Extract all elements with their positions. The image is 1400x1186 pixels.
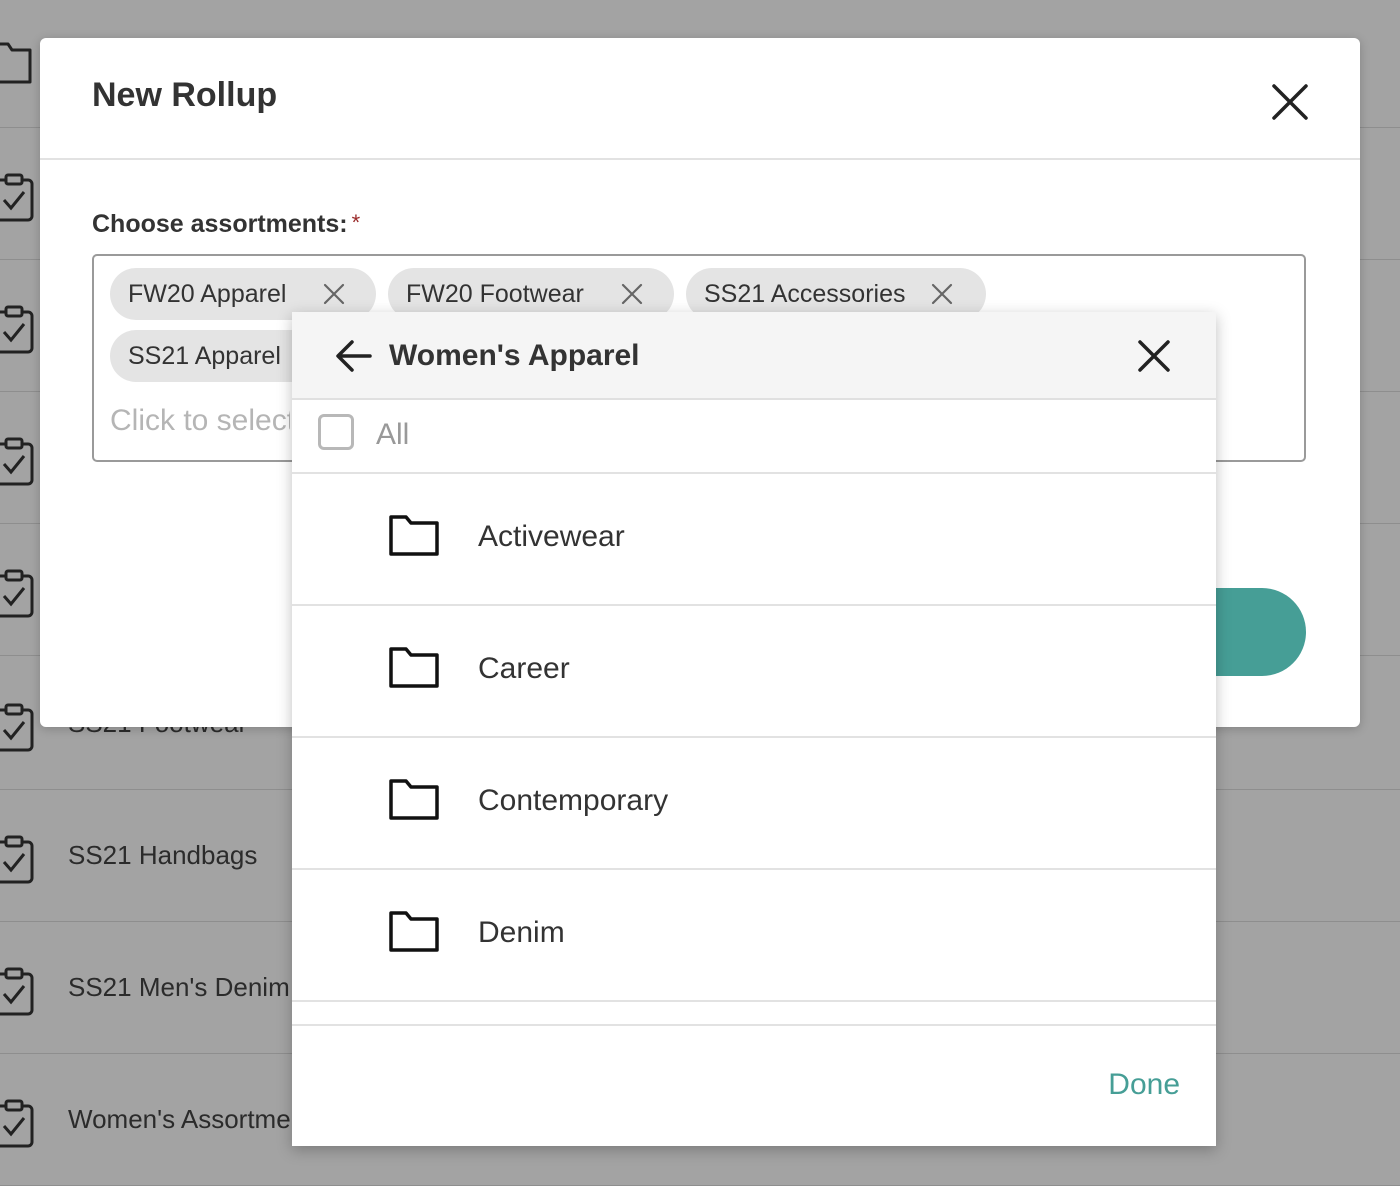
close-icon[interactable] xyxy=(1270,82,1310,122)
select-placeholder[interactable]: Click to select xyxy=(110,404,290,438)
clipboard-check-icon xyxy=(0,569,34,618)
folder-item-contemporary[interactable]: Contemporary xyxy=(292,738,1216,870)
list-item-label: SS21 Men's Denim xyxy=(68,972,290,1002)
required-mark: * xyxy=(351,210,361,235)
list-item-label: SS21 Handbags xyxy=(68,840,258,870)
popover-arrow xyxy=(1214,404,1238,448)
chip-label: SS21 Accessories xyxy=(704,280,906,308)
list-item-label: Women's Assortme xyxy=(68,1104,291,1134)
clipboard-check-icon xyxy=(0,437,34,486)
chip-label: FW20 Apparel xyxy=(128,280,287,308)
popover-title: Women's Apparel xyxy=(389,339,640,372)
folder-item-activewear[interactable]: Activewear xyxy=(292,474,1216,606)
chip-label: SS21 Apparel xyxy=(128,342,281,370)
folder-icon xyxy=(389,515,439,556)
chip-label: FW20 Footwear xyxy=(406,280,584,308)
folder-icon xyxy=(0,42,32,84)
clipboard-check-icon xyxy=(0,967,34,1016)
popover-footer: Done xyxy=(292,1024,1216,1146)
folder-label: Activewear xyxy=(478,520,625,553)
folder-icon xyxy=(389,647,439,688)
folder-item-denim[interactable]: Denim xyxy=(292,870,1216,1002)
clipboard-check-icon xyxy=(0,1099,34,1148)
select-all-row[interactable]: All xyxy=(292,400,1216,474)
chip-remove-icon[interactable] xyxy=(620,282,644,306)
back-arrow-icon[interactable] xyxy=(334,336,374,376)
select-all-label: All xyxy=(376,418,410,451)
assortment-picker-popover: Women's Apparel All Activewear Career Co… xyxy=(292,312,1216,1146)
popover-header: Women's Apparel xyxy=(292,312,1216,400)
clipboard-check-icon xyxy=(0,305,34,354)
folder-label: Denim xyxy=(478,916,565,949)
modal-title: New Rollup xyxy=(92,76,278,114)
close-icon[interactable] xyxy=(1136,338,1172,374)
folder-item-career[interactable]: Career xyxy=(292,606,1216,738)
folder-icon xyxy=(389,911,439,952)
choose-assortments-label: Choose assortments: * xyxy=(92,210,361,238)
chip-remove-icon[interactable] xyxy=(930,282,954,306)
done-button[interactable]: Done xyxy=(1108,1068,1180,1102)
chip-remove-icon[interactable] xyxy=(322,282,346,306)
folder-label: Contemporary xyxy=(478,784,669,817)
folder-icon xyxy=(389,779,439,820)
folder-label: Career xyxy=(478,652,570,685)
clipboard-check-icon xyxy=(0,703,34,752)
select-all-checkbox[interactable] xyxy=(318,414,354,450)
clipboard-check-icon xyxy=(0,173,34,222)
clipboard-check-icon xyxy=(0,835,34,884)
modal-header: New Rollup xyxy=(40,38,1360,160)
